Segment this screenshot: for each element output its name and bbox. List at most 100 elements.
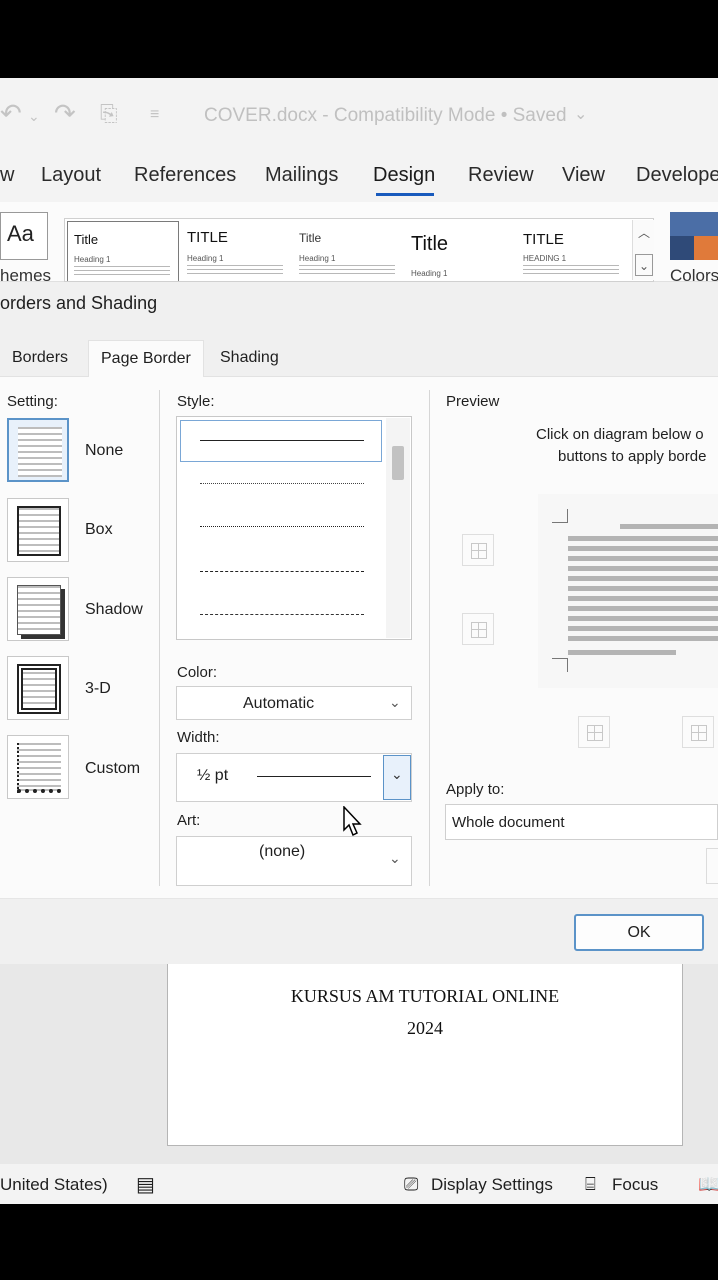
options-button-partial[interactable] bbox=[706, 848, 718, 884]
width-line-sample bbox=[257, 776, 371, 777]
tab-references[interactable]: References bbox=[134, 164, 236, 187]
setting-custom-label[interactable]: Custom bbox=[85, 760, 140, 778]
preview-label: Preview bbox=[446, 393, 500, 410]
bottom-border-toggle-icon[interactable] bbox=[462, 613, 494, 645]
gallery-more-icon[interactable]: ⌄ bbox=[635, 254, 653, 276]
apply-to-value: Whole document bbox=[452, 814, 565, 831]
preview-text-line bbox=[568, 546, 718, 551]
title-chevron-down-icon[interactable]: ⌄ bbox=[574, 104, 587, 124]
setting-custom-button[interactable] bbox=[7, 735, 69, 799]
style-option-dash-dot[interactable] bbox=[200, 614, 364, 615]
setting-shadow-label[interactable]: Shadow bbox=[85, 601, 143, 619]
style-set-heading: HEADING 1 bbox=[523, 254, 567, 263]
style-set-heading: Heading 1 bbox=[187, 254, 224, 263]
active-tab-indicator bbox=[376, 193, 434, 196]
display-settings-icon[interactable]: ⎚ bbox=[404, 1174, 418, 1195]
undo-dropdown-icon[interactable]: ⌄ bbox=[28, 108, 40, 125]
preview-corner-mark bbox=[552, 509, 568, 523]
style-set-item[interactable]: Title Heading 1 bbox=[405, 221, 517, 281]
preview-text-line bbox=[568, 650, 676, 655]
width-label: Width: bbox=[177, 729, 220, 746]
style-set-preview-lines bbox=[187, 265, 283, 277]
style-set-heading: Heading 1 bbox=[411, 269, 448, 278]
divider bbox=[429, 390, 430, 886]
style-set-item[interactable]: Title Heading 1 bbox=[293, 221, 405, 281]
tab-layout[interactable]: Layout bbox=[41, 164, 101, 187]
setting-box-button[interactable] bbox=[7, 498, 69, 562]
gallery-scrollbar: ︿ ⌄ bbox=[632, 220, 654, 280]
focus-button[interactable]: Focus bbox=[612, 1175, 658, 1195]
style-set-title: Title bbox=[411, 233, 449, 255]
preview-text-line bbox=[568, 586, 718, 591]
setting-none-button[interactable] bbox=[7, 418, 69, 482]
colors-icon[interactable] bbox=[670, 212, 718, 260]
setting-none-label[interactable]: None bbox=[85, 442, 123, 460]
tab-developer[interactable]: Develope bbox=[636, 164, 718, 187]
ok-button[interactable]: OK bbox=[574, 914, 704, 951]
print-layout-icon[interactable]: ⎘ bbox=[100, 101, 118, 127]
page-3d-icon bbox=[17, 664, 61, 714]
preview-text-line bbox=[568, 576, 718, 581]
document-line-year[interactable]: 2024 bbox=[167, 1018, 683, 1039]
gallery-scroll-up-icon[interactable]: ︿ bbox=[635, 222, 653, 244]
tab-view-partial[interactable]: w bbox=[0, 164, 14, 187]
undo-icon[interactable]: ↶ bbox=[0, 98, 22, 129]
tab-shading[interactable]: Shading bbox=[208, 340, 291, 376]
style-label: Style: bbox=[177, 393, 215, 410]
tab-borders[interactable]: Borders bbox=[0, 340, 80, 376]
top-border-toggle-icon[interactable] bbox=[462, 534, 494, 566]
page-custom-icon bbox=[17, 743, 61, 793]
accessibility-icon[interactable]: ▤ bbox=[136, 1172, 155, 1197]
page-none-icon bbox=[18, 427, 62, 477]
art-chevron-down-icon[interactable]: ⌄ bbox=[389, 850, 401, 867]
style-set-title: TITLE bbox=[523, 231, 564, 248]
display-settings-button[interactable]: Display Settings bbox=[431, 1175, 553, 1195]
setting-label: Setting: bbox=[7, 393, 58, 410]
preview-text-line bbox=[568, 566, 718, 571]
themes-button[interactable]: Aa bbox=[0, 212, 48, 260]
tab-design[interactable]: Design bbox=[373, 164, 435, 187]
style-set-title: TITLE bbox=[187, 229, 228, 246]
language-status[interactable]: United States) bbox=[0, 1175, 108, 1195]
width-dropdown-button[interactable]: ⌄ bbox=[383, 755, 411, 800]
preview-text-line bbox=[620, 524, 718, 529]
width-chevron-down-icon: ⌄ bbox=[391, 766, 403, 782]
preview-text-line bbox=[568, 636, 718, 641]
style-option-dotted[interactable] bbox=[200, 483, 364, 484]
tab-mailings[interactable]: Mailings bbox=[265, 164, 338, 187]
style-set-preview-lines bbox=[523, 265, 619, 277]
themes-aa-icon: Aa bbox=[7, 221, 34, 246]
preview-corner-mark bbox=[552, 658, 568, 672]
style-set-item[interactable]: TITLE Heading 1 bbox=[181, 221, 293, 281]
setting-3d-label[interactable]: 3-D bbox=[85, 680, 111, 698]
document-line-course-name[interactable]: KURSUS AM TUTORIAL ONLINE bbox=[167, 986, 683, 1007]
style-set-gallery: Title Heading 1 TITLE Heading 1 Title He… bbox=[64, 218, 654, 282]
apply-to-label: Apply to: bbox=[446, 781, 505, 798]
preview-text-line bbox=[568, 596, 718, 601]
style-set-title: Title bbox=[299, 231, 322, 245]
read-mode-icon[interactable]: 📖 bbox=[698, 1174, 718, 1195]
style-option-selected[interactable] bbox=[180, 420, 382, 462]
mouse-cursor-icon bbox=[343, 806, 362, 837]
left-border-toggle-icon[interactable] bbox=[578, 716, 610, 748]
style-option-solid[interactable] bbox=[200, 440, 364, 441]
style-list-scroll-thumb[interactable] bbox=[392, 446, 404, 480]
setting-3d-button[interactable] bbox=[7, 656, 69, 720]
customize-toolbar-icon[interactable]: ≡ bbox=[150, 106, 159, 124]
art-label: Art: bbox=[177, 812, 201, 829]
preview-text-line bbox=[568, 616, 718, 621]
setting-box-label[interactable]: Box bbox=[85, 521, 113, 539]
style-option-dashed[interactable] bbox=[200, 571, 364, 572]
tab-page-border[interactable]: Page Border bbox=[88, 340, 204, 377]
style-set-item[interactable]: TITLE HEADING 1 bbox=[517, 221, 629, 281]
setting-shadow-button[interactable] bbox=[7, 577, 69, 641]
tab-review[interactable]: Review bbox=[468, 164, 534, 187]
right-border-toggle-icon[interactable] bbox=[682, 716, 714, 748]
style-set-item[interactable]: Title Heading 1 bbox=[67, 221, 179, 281]
color-chevron-down-icon[interactable]: ⌄ bbox=[389, 694, 401, 711]
focus-icon[interactable]: ⌸ bbox=[585, 1174, 596, 1195]
document-title[interactable]: COVER.docx - Compatibility Mode • Saved bbox=[204, 105, 567, 127]
tab-view[interactable]: View bbox=[562, 164, 605, 187]
redo-icon[interactable]: ↷ bbox=[54, 98, 76, 129]
style-option-fine-dotted[interactable] bbox=[200, 526, 364, 527]
